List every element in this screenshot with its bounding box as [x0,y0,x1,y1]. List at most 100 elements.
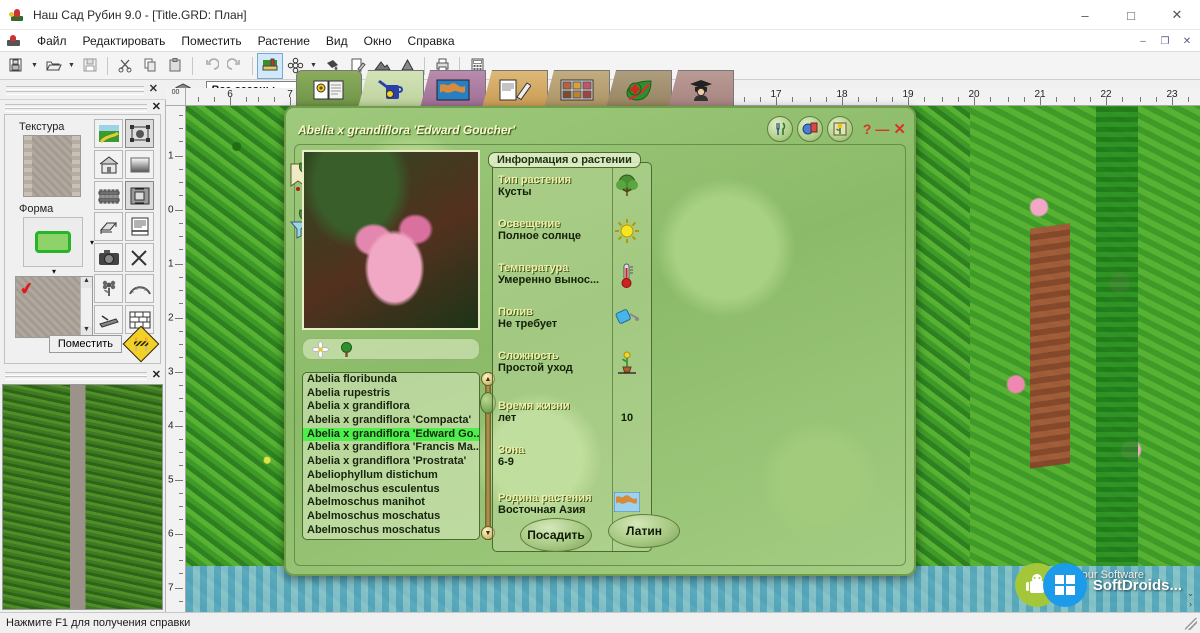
texture-swatch[interactable] [23,135,81,197]
latin-button[interactable]: Латин [608,514,680,548]
scroll-down-icon[interactable]: ⌄ [1183,588,1198,599]
folder-open-icon[interactable] [41,54,65,78]
list-item[interactable]: Abelia floribunda [303,373,479,387]
form-preview[interactable]: ▾ [23,217,94,267]
texture-list-scrollbar[interactable]: ▲ ▼ [80,277,92,337]
redo-arrow-icon[interactable] [223,54,247,78]
info-key: Зона [498,444,525,456]
frame-select-icon[interactable] [125,119,154,148]
bench-icon[interactable] [94,212,123,241]
shrub-icon [610,174,644,198]
ruler-tick [1090,97,1091,102]
tools-cross-icon[interactable] [125,243,154,272]
measure-icon[interactable] [125,181,154,210]
undo-arrow-icon[interactable] [198,54,222,78]
canvas-scroll-buttons[interactable]: ⌄ › [1183,588,1198,609]
tab-watering[interactable] [358,70,424,108]
list-item[interactable]: Abelmoschus manihot [303,496,479,510]
world-map-icon [610,492,644,516]
mdi-close-button[interactable]: ✕ [1176,32,1198,50]
list-item[interactable]: Abelia x grandiflora 'Compacta' [303,414,479,428]
scroll-next-icon[interactable]: › [1183,599,1198,609]
tab-notes[interactable] [482,70,548,108]
palette-book-icon[interactable] [796,116,823,142]
place-button[interactable]: Поместить [48,335,122,353]
info-value: Восточная Азия [498,504,586,516]
plant-button[interactable]: Посадить [520,518,592,552]
house-icon[interactable] [94,150,123,179]
scissors-icon[interactable] [113,54,137,78]
list-item[interactable]: Abeliophyllum distichum [303,469,479,483]
texture-list[interactable]: ✔ ▲ ▼ [15,276,93,338]
new-doc-dropdown-caret[interactable]: ▼ [29,54,40,78]
list-item-selected[interactable]: Abelia x grandiflora 'Edward Go... [303,427,479,442]
plant-card-icon[interactable] [826,116,853,142]
preview-panel-close-icon[interactable]: ✕ [152,368,161,381]
gradient-icon[interactable] [125,150,154,179]
ruler-tick [776,97,777,105]
bridge-icon[interactable] [125,274,154,303]
list-item[interactable]: Abelia x grandiflora [303,400,479,414]
watering-can-icon [374,77,408,103]
minimize-button[interactable]: – [1062,0,1108,30]
panel-drag-grip[interactable]: ✕ [6,83,158,97]
info-row-watering: Полив Не требует [498,306,648,330]
preview-panel-grip[interactable] [5,371,147,380]
dialog-help-button[interactable]: ? [863,121,872,137]
close-button[interactable]: ✕ [1154,0,1200,30]
ruler-tick [760,97,761,102]
plan-ruler-icon[interactable] [257,52,283,79]
fence-icon[interactable] [94,181,123,210]
list-item[interactable]: Abelmoschus moschatus [303,510,479,524]
close-icon[interactable]: ✕ [149,82,158,95]
tab-health[interactable] [606,70,672,108]
tab-gallery[interactable] [544,70,610,108]
tab-encyclopedia[interactable] [296,70,362,108]
menu-view[interactable]: Вид [318,32,356,50]
white-flower-icon[interactable] [311,340,329,358]
list-item[interactable]: Abelia x grandiflora 'Francis Ma... [303,441,479,455]
tab-expert[interactable] [668,70,734,108]
vertical-ruler[interactable]: 2101234567 [166,88,186,612]
plant-list[interactable]: Abelia floribunda Abelia rupestris Abeli… [302,372,480,540]
mdi-minimize-button[interactable]: – [1132,32,1154,50]
menu-place[interactable]: Поместить [173,32,249,50]
dialog-close-button[interactable]: ✕ [893,120,906,138]
menu-edit[interactable]: Редактировать [75,32,174,50]
menu-file[interactable]: Файл [29,32,75,50]
new-doc-icon[interactable] [4,54,28,78]
texture-more-caret[interactable]: ▾ [15,267,93,276]
menu-help[interactable]: Справка [400,32,463,50]
left-panel-grip[interactable] [5,103,147,112]
flower-plant-icon[interactable] [94,274,123,303]
edging-icon[interactable] [94,305,123,334]
floppy-disk-icon[interactable] [78,54,102,78]
mdi-restore-button[interactable]: ❐ [1154,32,1176,50]
tree-icon[interactable] [337,340,355,358]
left-panel-close-icon[interactable]: ✕ [152,100,161,113]
construction-warning-icon[interactable]: 🚧 [122,325,160,363]
scroll-up-button[interactable]: ▲ [81,277,92,288]
dialog-minimize-button[interactable]: — [875,121,889,137]
menu-window[interactable]: Окно [356,32,400,50]
folder-dropdown-caret[interactable]: ▼ [66,54,77,78]
trowel-fork-icon[interactable] [766,116,793,142]
list-item[interactable]: Abelmoschus esculentus [303,483,479,497]
landscape-icon[interactable] [94,119,123,148]
info-value: лет [498,412,517,424]
list-item[interactable]: Abelia rupestris [303,387,479,401]
ruler-tick [179,303,183,304]
ruler-tick-label: 5 [168,474,174,486]
resize-grip[interactable] [1185,618,1197,630]
camera-icon[interactable] [94,243,123,272]
plant-info-dialog[interactable]: Abelia x grandiflora 'Edward Goucher' ? … [284,106,916,576]
menu-plant[interactable]: Растение [250,32,318,50]
list-item[interactable]: Abelmoschus moschatus [303,524,479,538]
maximize-button[interactable]: □ [1108,0,1154,30]
copy-icon[interactable] [138,54,162,78]
list-item[interactable]: Abelia x grandiflora 'Prostrata' [303,455,479,469]
clipboard-icon[interactable] [163,54,187,78]
tab-map[interactable] [420,70,486,108]
ruler-tick [175,372,183,373]
list-report-icon[interactable] [125,212,154,241]
